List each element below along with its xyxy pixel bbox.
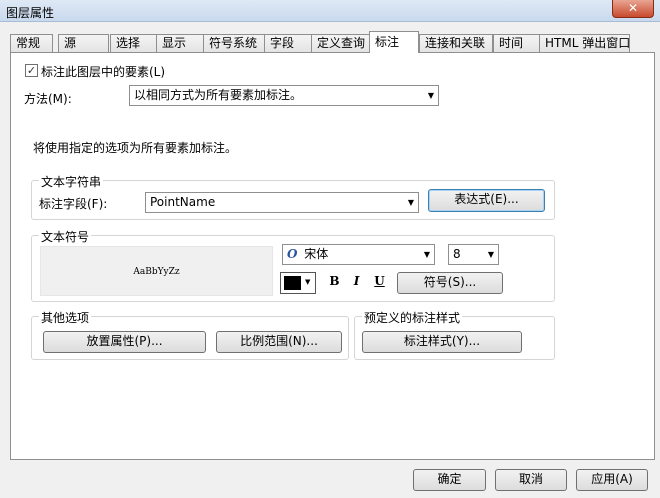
label-features-label: 标注此图层中的要素(L) [41, 65, 166, 79]
placement-properties-button[interactable]: 放置属性(P)... [43, 331, 206, 353]
scale-range-button[interactable]: 比例范围(N)... [216, 331, 342, 353]
close-button[interactable]: ✕ [612, 0, 654, 18]
tab-general[interactable]: 常规 [10, 34, 53, 52]
apply-button[interactable]: 应用(A) [576, 469, 648, 491]
tab-fields[interactable]: 字段 [264, 34, 312, 52]
tab-selection[interactable]: 选择 [110, 34, 157, 52]
font-name: 宋体 [304, 247, 329, 261]
label-features-checkbox[interactable]: ✓ [25, 64, 38, 77]
color-picker[interactable]: ▼ [280, 272, 316, 294]
label-field-select[interactable]: PointName ▼ [145, 192, 419, 213]
chevron-down-icon: ▼ [423, 250, 430, 259]
tab-joins-relates[interactable]: 连接和关联 [419, 34, 493, 52]
predefined-styles-legend: 预定义的标注样式 [362, 309, 463, 326]
font-select[interactable]: O 宋体 ▼ [282, 244, 435, 265]
chevron-down-icon: ▼ [305, 278, 311, 286]
tab-strip: 常规 源 选择 显示 符号系统 字段 定义查询 标注 连接和关联 时间 HTML… [10, 31, 655, 53]
tab-html-popup[interactable]: HTML 弹出窗口 [539, 34, 630, 52]
method-label: 方法(M): [24, 92, 72, 106]
symbol-button[interactable]: 符号(S)... [397, 272, 503, 294]
tab-display[interactable]: 显示 [156, 34, 204, 52]
label-field-label: 标注字段(F): [39, 197, 108, 211]
underline-button[interactable]: U [372, 274, 387, 288]
text-string-legend: 文本字符串 [39, 173, 104, 190]
font-size-value: 8 [453, 247, 461, 261]
chevron-down-icon: ▼ [427, 91, 434, 100]
expression-button[interactable]: 表达式(E)... [428, 189, 545, 212]
info-text: 将使用指定的选项为所有要素加标注。 [33, 141, 238, 155]
chevron-down-icon: ▼ [407, 198, 414, 207]
window-title: 图层属性 [6, 6, 55, 20]
method-select[interactable]: 以相同方式为所有要素加标注。 ▼ [129, 85, 439, 106]
labels-tab-panel: ✓ 标注此图层中的要素(L) 方法(M): 以相同方式为所有要素加标注。 ▼ 将… [10, 52, 655, 460]
tab-labels[interactable]: 标注 [369, 31, 419, 53]
text-symbol-legend: 文本符号 [39, 228, 92, 245]
title-bar: 图层属性 ✕ [0, 0, 660, 22]
tab-symbology[interactable]: 符号系统 [203, 34, 265, 52]
chevron-down-icon: ▼ [487, 250, 494, 259]
cancel-button[interactable]: 取消 [495, 469, 567, 491]
label-field-value: PointName [150, 195, 216, 209]
other-options-legend: 其他选项 [39, 309, 92, 326]
tab-source[interactable]: 源 [58, 34, 109, 52]
label-styles-button[interactable]: 标注样式(Y)... [362, 331, 522, 353]
tab-time[interactable]: 时间 [493, 34, 540, 52]
font-size-select[interactable]: 8 ▼ [448, 244, 499, 265]
method-select-value: 以相同方式为所有要素加标注。 [134, 88, 303, 102]
ok-button[interactable]: 确定 [413, 469, 486, 491]
tab-definition-query[interactable]: 定义查询 [311, 34, 371, 52]
opentype-font-icon: O [287, 247, 298, 261]
color-swatch [284, 276, 301, 290]
bold-button[interactable]: B [327, 274, 342, 288]
symbol-preview: AaBbYyZz [40, 246, 273, 296]
italic-button[interactable]: I [349, 274, 364, 288]
